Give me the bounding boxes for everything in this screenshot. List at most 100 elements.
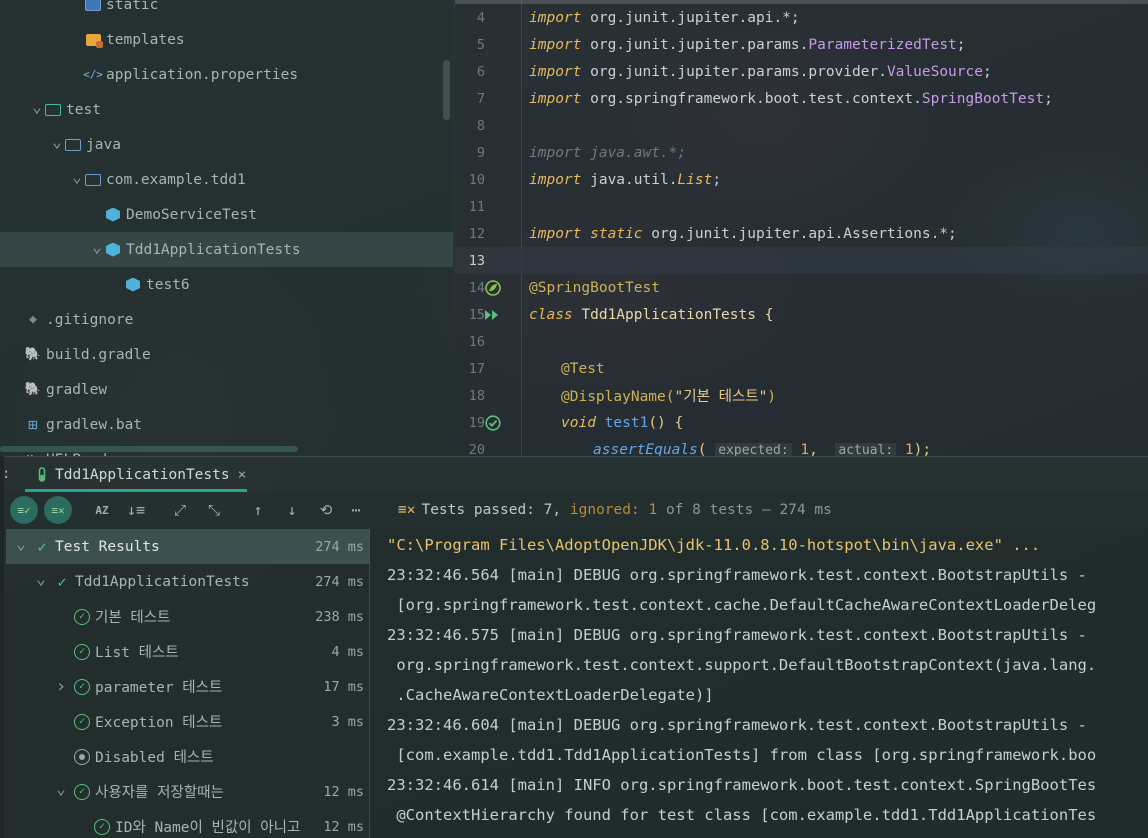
test-result-row[interactable]: ⌄ ✓ 사용자를 저장할때는 12 ms: [6, 774, 370, 809]
test-result-label: Tdd1ApplicationTests: [75, 573, 250, 590]
previous-failed-button[interactable]: ↑: [244, 496, 272, 524]
spring-bean-icon[interactable]: [484, 279, 502, 297]
chevron-down-icon[interactable]: ⌄: [90, 238, 104, 257]
keyword: import: [529, 225, 582, 242]
project-tree-item[interactable]: static: [0, 0, 453, 22]
test-result-row[interactable]: ⌄ ✓ Tdd1ApplicationTests 274 ms: [6, 564, 370, 599]
test-result-row[interactable]: ✓ 기본 테스트 238 ms: [6, 599, 370, 634]
chevron-down-icon[interactable]: ⌄: [30, 98, 44, 117]
parameter-hint: expected:: [715, 442, 792, 456]
expand-all-button[interactable]: ⤢: [166, 496, 194, 524]
chevron-down-icon[interactable]: ⌄: [34, 570, 48, 589]
project-tree-item[interactable]: </> application.properties: [0, 57, 453, 92]
test-result-row[interactable]: ✓ ID와 Name이 빈값이 아니고 12 ms: [6, 809, 370, 838]
code-line-14[interactable]: 14 @SpringBootTest: [455, 274, 1148, 301]
test-result-row[interactable]: ✓ List 테스트 4 ms: [6, 634, 370, 669]
project-tree-label: test: [66, 101, 101, 118]
project-tree-item[interactable]: DemoServiceTest: [0, 197, 453, 232]
test-duration: 4 ms: [331, 643, 364, 660]
code-text: () {: [648, 414, 684, 431]
code-line-18[interactable]: 18 @DisplayName("기본 테스트"): [455, 382, 1148, 409]
chevron-down-icon[interactable]: ⌄: [14, 535, 28, 554]
code-line-4[interactable]: 4 import org.junit.jupiter.api.*;: [455, 4, 1148, 31]
run-tool-window-header: : Tdd1ApplicationTests ×: [0, 456, 1148, 492]
keyword: class: [529, 306, 573, 323]
project-tree-item[interactable]: ⌄ com.example.tdd1: [0, 162, 453, 197]
console-line: 23:32:46.614 [main] INFO org.springframe…: [387, 776, 1097, 794]
sort-duration-button[interactable]: ↓≡: [122, 496, 150, 524]
code-line-13-current[interactable]: 13: [455, 247, 1148, 274]
project-tree-item[interactable]: 🐘 build.gradle: [0, 337, 453, 372]
collapse-all-button[interactable]: ⤡: [200, 496, 228, 524]
code-editor[interactable]: 4 import org.junit.jupiter.api.*; 5 impo…: [455, 0, 1148, 456]
show-ignored-button[interactable]: ≡✕: [44, 496, 72, 524]
code-line-15[interactable]: 15 class Tdd1ApplicationTests {: [455, 301, 1148, 328]
code-line-12[interactable]: 12 import static org.junit.jupiter.api.A…: [455, 220, 1148, 247]
chevron-down-icon[interactable]: ⌄: [54, 780, 68, 799]
package-icon: [84, 172, 102, 188]
chevron-right-icon[interactable]: ›: [54, 677, 68, 695]
project-tree-item[interactable]: ⌄ test: [0, 92, 453, 127]
code-text: (: [697, 441, 707, 457]
test-class-icon: [124, 277, 142, 293]
gradle-icon: 🐘: [24, 347, 42, 362]
test-duration: 12 ms: [323, 783, 364, 800]
next-failed-button[interactable]: ↓: [278, 496, 306, 524]
keyword: import: [529, 63, 582, 80]
line-number: 8: [476, 117, 485, 134]
project-tree-label: templates: [106, 31, 185, 48]
project-tree-item[interactable]: test6: [0, 267, 453, 302]
close-tab-icon[interactable]: ×: [238, 467, 247, 483]
project-scrollbar[interactable]: [443, 60, 450, 120]
code-line-8[interactable]: 8: [455, 112, 1148, 139]
sort-alpha-button[interactable]: AZ: [88, 496, 116, 524]
project-tree-item[interactable]: ◆ .gitignore: [0, 302, 453, 337]
keyword: void: [561, 414, 596, 431]
project-tree-item[interactable]: 🐘 gradlew: [0, 372, 453, 407]
code-text: org.springframework.boot.test.context.: [581, 90, 922, 107]
code-line-11[interactable]: 11: [455, 193, 1148, 220]
chevron-down-icon[interactable]: ⌄: [50, 133, 64, 152]
code-line-6[interactable]: 6 import org.junit.jupiter.params.provid…: [455, 58, 1148, 85]
line-number: 5: [476, 36, 485, 53]
test-result-row[interactable]: Disabled 테스트: [6, 739, 370, 774]
git-icon: ◆: [29, 312, 37, 327]
code-line-20[interactable]: 20 assertEquals( expected: 1, actual: 1)…: [455, 436, 1148, 456]
run-tab[interactable]: Tdd1ApplicationTests ×: [25, 457, 258, 493]
test-result-row[interactable]: › ✓ parameter 테스트 17 ms: [6, 669, 370, 704]
project-tree-item[interactable]: ⌄ Tdd1ApplicationTests: [0, 232, 453, 267]
code-line-5[interactable]: 5 import org.junit.jupiter.params.Parame…: [455, 31, 1148, 58]
project-tree-item[interactable]: ⊞ gradlew.bat: [0, 407, 453, 442]
test-passed-icon[interactable]: [484, 414, 502, 432]
test-history-button[interactable]: ⟲: [312, 496, 340, 524]
run-all-tests-icon[interactable]: [484, 306, 502, 324]
code-line-10[interactable]: 10 import java.util.List;: [455, 166, 1148, 193]
keyword: static: [581, 225, 643, 242]
code-line-7[interactable]: 7 import org.springframework.boot.test.c…: [455, 85, 1148, 112]
test-result-row[interactable]: ⌄ ✓ Test Results 274 ms: [6, 529, 370, 564]
show-passed-button[interactable]: ≡✓: [10, 496, 38, 524]
project-horizontal-scrollbar[interactable]: [0, 446, 298, 452]
code-line-17[interactable]: 17 @Test: [455, 355, 1148, 382]
line-number: 15: [468, 306, 485, 323]
test-result-label: parameter 테스트: [95, 680, 223, 696]
project-tree-item[interactable]: ⌄ java: [0, 127, 453, 162]
test-result-row[interactable]: ✓ Exception 테스트 3 ms: [6, 704, 370, 739]
line-number: 6: [476, 63, 485, 80]
project-tree-label: java: [86, 136, 121, 153]
chevron-down-icon[interactable]: ⌄: [70, 168, 84, 187]
test-runner-toolbar: ≡✕ Tests passed: 7, ignored: 1 of 8 test…: [0, 492, 1148, 528]
console-output[interactable]: "C:\Program Files\AdoptOpenJDK\jdk-11.0.…: [371, 528, 1148, 838]
code-line-19[interactable]: 19 void test1() {: [455, 409, 1148, 436]
code-line-9[interactable]: 9 import java.awt.*;: [455, 139, 1148, 166]
code-line-16[interactable]: 16: [455, 328, 1148, 355]
more-options-button[interactable]: ⋯: [342, 496, 370, 524]
project-tree-item[interactable]: templates: [0, 22, 453, 57]
